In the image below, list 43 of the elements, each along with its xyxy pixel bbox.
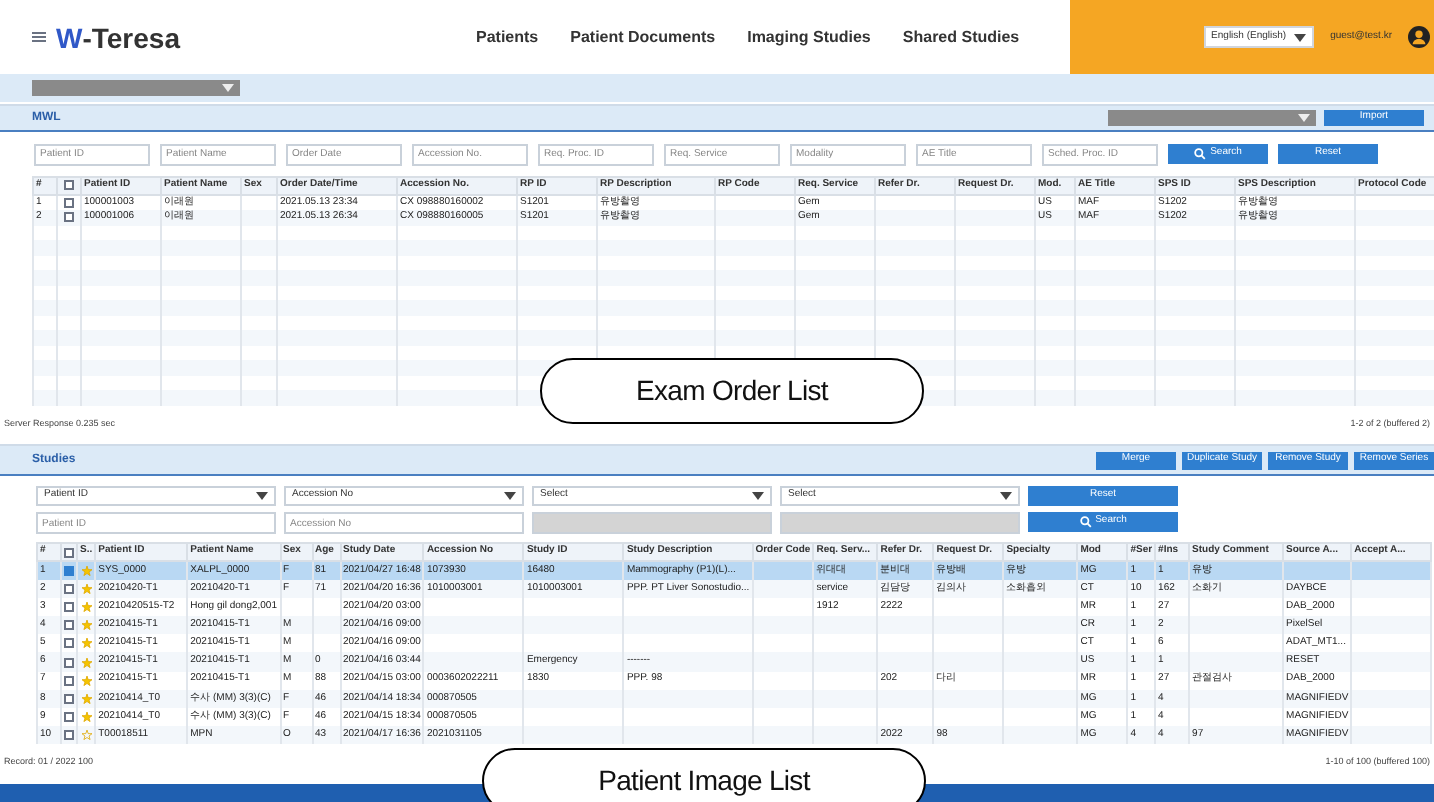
- logo-text: -Teresa: [82, 23, 180, 51]
- checkbox[interactable]: [64, 212, 74, 223]
- user-icon[interactable]: [1408, 26, 1430, 48]
- star-icon[interactable]: [81, 675, 92, 686]
- callout-label: Patient Image List: [482, 748, 926, 802]
- checkbox[interactable]: [64, 583, 74, 594]
- checkbox[interactable]: [64, 565, 74, 576]
- menu-icon[interactable]: [32, 32, 46, 42]
- search-icon: [1194, 148, 1207, 160]
- checkbox[interactable]: [64, 730, 74, 741]
- checkbox[interactable]: [64, 693, 74, 704]
- caret-icon: [1298, 114, 1310, 122]
- star-icon[interactable]: [81, 730, 92, 741]
- nav-link[interactable]: Shared Studies: [902, 25, 1020, 49]
- checkbox[interactable]: [64, 657, 74, 668]
- checkbox[interactable]: [64, 675, 74, 686]
- star-icon[interactable]: [81, 693, 92, 704]
- checkbox[interactable]: [64, 547, 74, 557]
- nav-link[interactable]: Imaging Studies: [747, 25, 871, 49]
- star-icon[interactable]: [81, 620, 92, 631]
- caret-icon: [222, 84, 234, 92]
- checkbox[interactable]: [64, 712, 74, 723]
- caret-icon: [256, 492, 268, 500]
- nav-link[interactable]: Patients: [476, 25, 539, 49]
- star-icon[interactable]: [81, 657, 92, 668]
- star-icon[interactable]: [81, 638, 92, 649]
- callout-label: Exam Order List: [540, 358, 924, 424]
- search-icon: [1079, 516, 1092, 528]
- caret-icon: [1294, 33, 1307, 41]
- nav-link[interactable]: Patient Documents: [570, 25, 716, 49]
- checkbox[interactable]: [64, 638, 74, 649]
- checkbox[interactable]: [64, 197, 74, 208]
- star-icon[interactable]: [81, 565, 92, 576]
- logo-mark: W: [56, 23, 83, 51]
- star-icon[interactable]: [81, 583, 92, 594]
- checkbox[interactable]: [64, 620, 74, 631]
- star-icon[interactable]: [81, 601, 92, 612]
- caret-icon: [504, 492, 516, 500]
- checkbox[interactable]: [64, 601, 74, 612]
- caret-icon: [752, 492, 764, 500]
- star-icon[interactable]: [81, 712, 92, 723]
- checkbox[interactable]: [64, 180, 74, 191]
- caret-icon: [1000, 492, 1012, 500]
